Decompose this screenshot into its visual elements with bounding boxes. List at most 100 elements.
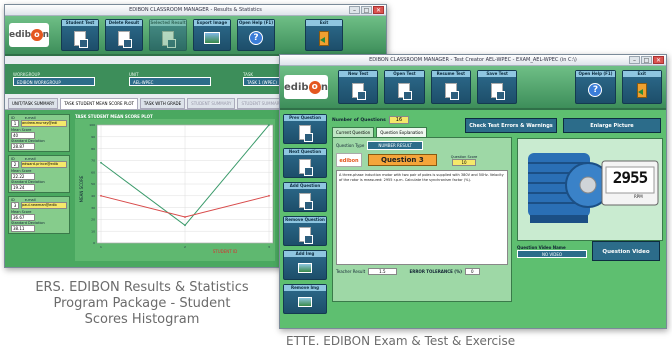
results-window-title: EDIBON CLASSROOM MANAGER - Results & Sta… [129, 7, 262, 13]
question-score-group: Question Score 10 [451, 155, 477, 166]
num-questions-field[interactable]: 16 [388, 116, 410, 124]
question-type-label: Question Type [336, 143, 365, 148]
unit-filter: UNIT AEL-WPEC [129, 72, 211, 86]
resume-document-icon [444, 82, 459, 100]
test-toolbar: edib o n New Test Open Test Resume Test Sa… [280, 66, 666, 110]
export-image-button[interactable]: Export Image [193, 19, 231, 51]
question-video-field[interactable]: NO VIDEO [517, 250, 587, 258]
exit-door-icon [636, 82, 647, 98]
tab-task-with-grade[interactable]: TASK WITH GRADE [139, 98, 186, 109]
new-test-button[interactable]: New Test [338, 70, 379, 104]
question-picture: 2955 RPM [517, 138, 663, 241]
exit-button[interactable]: Exit [305, 19, 343, 51]
question-editor: Question Type NUMBER RESULT edibon Quest… [332, 137, 512, 302]
test-caption: ETTE. EDIBON Exam & Test & Exercise [286, 334, 516, 348]
open-help-button[interactable]: Open Help (F1)? [237, 19, 275, 51]
minimize-icon[interactable]: – [629, 56, 640, 64]
question-type-row: Question Type NUMBER RESULT [333, 138, 511, 153]
plot-point [268, 124, 270, 126]
question-header-row: edibon Question 3 Question Score 10 [333, 153, 511, 167]
mean-score-plot-panel: TASK STUDENT MEAN SCORE PLOT 0 10 20 30 40 50… [75, 114, 275, 264]
student-test-button[interactable]: Student Test [61, 19, 99, 51]
next-question-icon [299, 158, 313, 176]
result-document-icon [162, 30, 176, 48]
y-tick-label: 40 [91, 194, 95, 198]
new-document-icon [352, 82, 367, 100]
y-axis-label: MEAN SCORE [79, 175, 84, 202]
help-icon: ? [588, 83, 603, 97]
workgroup-select[interactable]: EDIBON WORKGROUP [13, 77, 95, 86]
y-tick-label: 30 [91, 206, 95, 210]
y-tick-label: 70 [91, 159, 95, 163]
tab-mean-score-plot[interactable]: TASK STUDENT MEAN SCORE PLOT [60, 98, 138, 109]
remove-image-button[interactable]: Remove Img [283, 284, 327, 314]
image-icon [204, 32, 220, 44]
add-image-button[interactable]: Add Img [283, 250, 327, 280]
open-test-button[interactable]: Open Test [384, 70, 425, 104]
edibon-logo: edib o n [284, 75, 328, 99]
remove-question-icon [299, 226, 313, 244]
results-toolbar: edib o n Student Test Delete Result Select… [5, 16, 386, 56]
teacher-result-field[interactable]: 1.5 [368, 268, 397, 275]
question-text-area[interactable]: A three-phase induction motor with two p… [336, 170, 508, 265]
test-body: Prev Question Next Question Add Question… [280, 110, 666, 328]
open-help-button[interactable]: Open Help (F1)? [575, 70, 616, 104]
add-question-icon [299, 192, 313, 210]
std-dev-label: Standard Deviation [11, 139, 45, 143]
resume-test-button[interactable]: Resume Test [430, 70, 471, 104]
minimize-icon[interactable]: – [349, 6, 360, 14]
selected-result-button[interactable]: Selected Result [149, 19, 187, 51]
y-tick-label: 0 [93, 241, 95, 245]
document-icon [74, 30, 88, 48]
mean-score-value: 22.22 [11, 173, 35, 180]
question-number: Question 3 [368, 154, 437, 166]
question-video-group: Question Video Name NO VIDEO [517, 245, 587, 258]
exit-button[interactable]: Exit [621, 70, 662, 104]
close-icon[interactable]: ✕ [373, 6, 384, 14]
tab-unit-task-summary[interactable]: UNIT/TASK SUMMARY [8, 98, 59, 109]
results-caption-line-1: ERS. EDIBON Results & Statistics [35, 280, 249, 295]
save-test-button[interactable]: Save Test [476, 70, 518, 104]
student-email: andrew.murray@edi [21, 120, 67, 127]
y-tick-label: 60 [91, 170, 95, 174]
teacher-result-row: Teacher Result 1.5 ERROR TOLERANCE (%) 0 [333, 268, 511, 275]
teacher-result-label: Teacher Result [336, 269, 366, 274]
x-tick-label: 2 [184, 245, 186, 249]
delete-result-button[interactable]: Delete Result [105, 19, 143, 51]
std-dev-value: 38.11 [11, 225, 35, 232]
maximize-icon[interactable]: □ [361, 6, 372, 14]
error-tolerance-label: ERROR TOLERANCE (%) [409, 269, 462, 274]
plot-point [100, 161, 102, 164]
student-email: paul.newman@edib [21, 202, 67, 209]
error-tolerance-field[interactable]: 0 [464, 268, 480, 275]
student-id: 3 [11, 202, 19, 209]
next-question-button[interactable]: Next Question [283, 148, 327, 178]
add-question-button[interactable]: Add Question [283, 182, 327, 212]
question-type-select[interactable]: NUMBER RESULT [367, 141, 423, 150]
remove-question-button[interactable]: Remove Question [283, 216, 327, 246]
maximize-icon[interactable]: □ [641, 56, 652, 64]
plot-point [268, 194, 270, 197]
student-card: ID e-mail 2 edward.prince@edib Mean Score … [8, 155, 70, 193]
results-caption-line-3: Scores Histogram [84, 312, 200, 327]
mean-score-value: 36.67 [11, 214, 35, 221]
tab-student-summary[interactable]: STUDENT SUMMARY [187, 98, 236, 109]
unit-select[interactable]: AEL-WPEC [129, 77, 211, 86]
x-tick-label: 1 [100, 245, 102, 249]
mean-score-label: Mean Score [11, 169, 32, 173]
test-window-title: EDIBON CLASSROOM MANAGER - Test Creator … [369, 57, 577, 63]
help-icon: ? [249, 31, 263, 45]
close-icon[interactable]: ✕ [653, 56, 664, 64]
window-controls: – □ ✕ [629, 56, 664, 64]
mean-score-value: 40 [11, 132, 35, 139]
std-dev-label: Standard Deviation [11, 221, 45, 225]
prev-question-button[interactable]: Prev Question [283, 114, 327, 144]
enlarge-picture-button[interactable]: Enlarge Picture [563, 118, 661, 133]
check-errors-button[interactable]: Check Test Errors & Warnings [465, 118, 557, 133]
question-video-button[interactable]: Question Video [592, 241, 660, 261]
question-score-field[interactable]: 10 [452, 158, 476, 166]
student-card: ID e-mail 1 andrew.murray@edi Mean Score 4… [8, 114, 70, 152]
student-id: 2 [11, 161, 19, 168]
save-document-icon [491, 82, 506, 100]
plot-point [100, 194, 102, 197]
